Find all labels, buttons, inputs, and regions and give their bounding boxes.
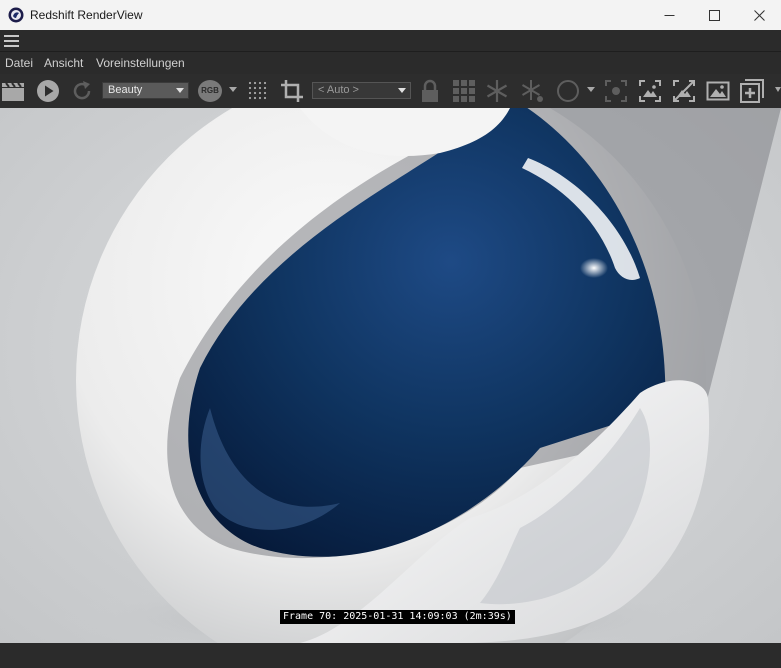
- add-snapshot-button[interactable]: [740, 79, 764, 103]
- focus-button[interactable]: [604, 79, 628, 103]
- chevron-down-icon: [176, 88, 184, 93]
- maximize-button[interactable]: [691, 0, 737, 30]
- snowflake-icon: [486, 80, 508, 102]
- refresh-button[interactable]: [70, 79, 94, 103]
- chevron-down-icon[interactable]: [587, 87, 595, 92]
- camera-dropdown-value: < Auto >: [318, 84, 359, 96]
- circle-icon: [557, 80, 579, 102]
- snowflake-dots-icon: [521, 80, 543, 102]
- clapperboard-icon: [2, 82, 24, 101]
- start-render-button[interactable]: [36, 79, 60, 103]
- rgb-channel-button[interactable]: RGB: [198, 80, 222, 102]
- title-bar: Redshift RenderView: [0, 0, 781, 30]
- chevron-down-icon[interactable]: [229, 87, 237, 92]
- grid-button[interactable]: [452, 79, 476, 103]
- minimize-button[interactable]: [646, 0, 692, 30]
- chevron-down-icon: [398, 88, 406, 93]
- camera-dropdown[interactable]: < Auto >: [312, 82, 411, 99]
- freeze-options-button[interactable]: [520, 79, 544, 103]
- window-title: Redshift RenderView: [30, 8, 143, 22]
- chevron-down-icon[interactable]: [775, 87, 781, 92]
- menu-datei[interactable]: Datei: [5, 56, 33, 70]
- aov-dropdown-value: Beauty: [108, 84, 143, 96]
- status-bar: [0, 643, 781, 668]
- render-image: [60, 108, 781, 643]
- freeze-button[interactable]: [485, 79, 509, 103]
- image-icon: [706, 81, 730, 101]
- grid-icon: [453, 80, 475, 102]
- dither-button[interactable]: [246, 79, 270, 103]
- lock-button[interactable]: [418, 79, 442, 103]
- toolbar: Beauty < Auto >: [0, 74, 781, 108]
- hamburger-menu-icon[interactable]: [4, 35, 19, 47]
- minimize-icon: [664, 14, 674, 16]
- panel-header: [0, 30, 781, 52]
- refresh-icon: [73, 81, 91, 100]
- maximize-icon: [708, 9, 720, 21]
- crop-icon: [281, 80, 303, 102]
- redshift-logo-icon: [8, 7, 24, 23]
- menu-ansicht[interactable]: Ansicht: [44, 56, 83, 70]
- menu-bar: Datei Ansicht Voreinstellungen: [0, 52, 781, 74]
- overlay-toggle-button[interactable]: [672, 79, 696, 103]
- no-overlay-icon: [673, 80, 695, 102]
- circle-button[interactable]: [556, 79, 580, 103]
- aov-dropdown[interactable]: Beauty: [102, 82, 189, 99]
- frame-info-label: Frame 70: 2025-01-31 14:09:03 (2m:39s): [280, 610, 515, 624]
- fit-frame-button[interactable]: [638, 79, 662, 103]
- image-button[interactable]: [706, 79, 730, 103]
- add-snapshot-icon: [740, 79, 764, 103]
- close-icon: [753, 9, 765, 21]
- focus-icon: [605, 80, 627, 102]
- render-viewport[interactable]: Frame 70: 2025-01-31 14:09:03 (2m:39s): [0, 108, 781, 643]
- close-button[interactable]: [736, 0, 781, 30]
- menu-voreinstellungen[interactable]: Voreinstellungen: [96, 56, 185, 70]
- dither-grid-icon: [248, 81, 267, 100]
- lock-icon: [422, 79, 438, 102]
- play-icon: [37, 80, 59, 102]
- clapperboard-button[interactable]: [1, 79, 25, 103]
- crop-button[interactable]: [280, 79, 304, 103]
- fit-frame-icon: [639, 80, 661, 102]
